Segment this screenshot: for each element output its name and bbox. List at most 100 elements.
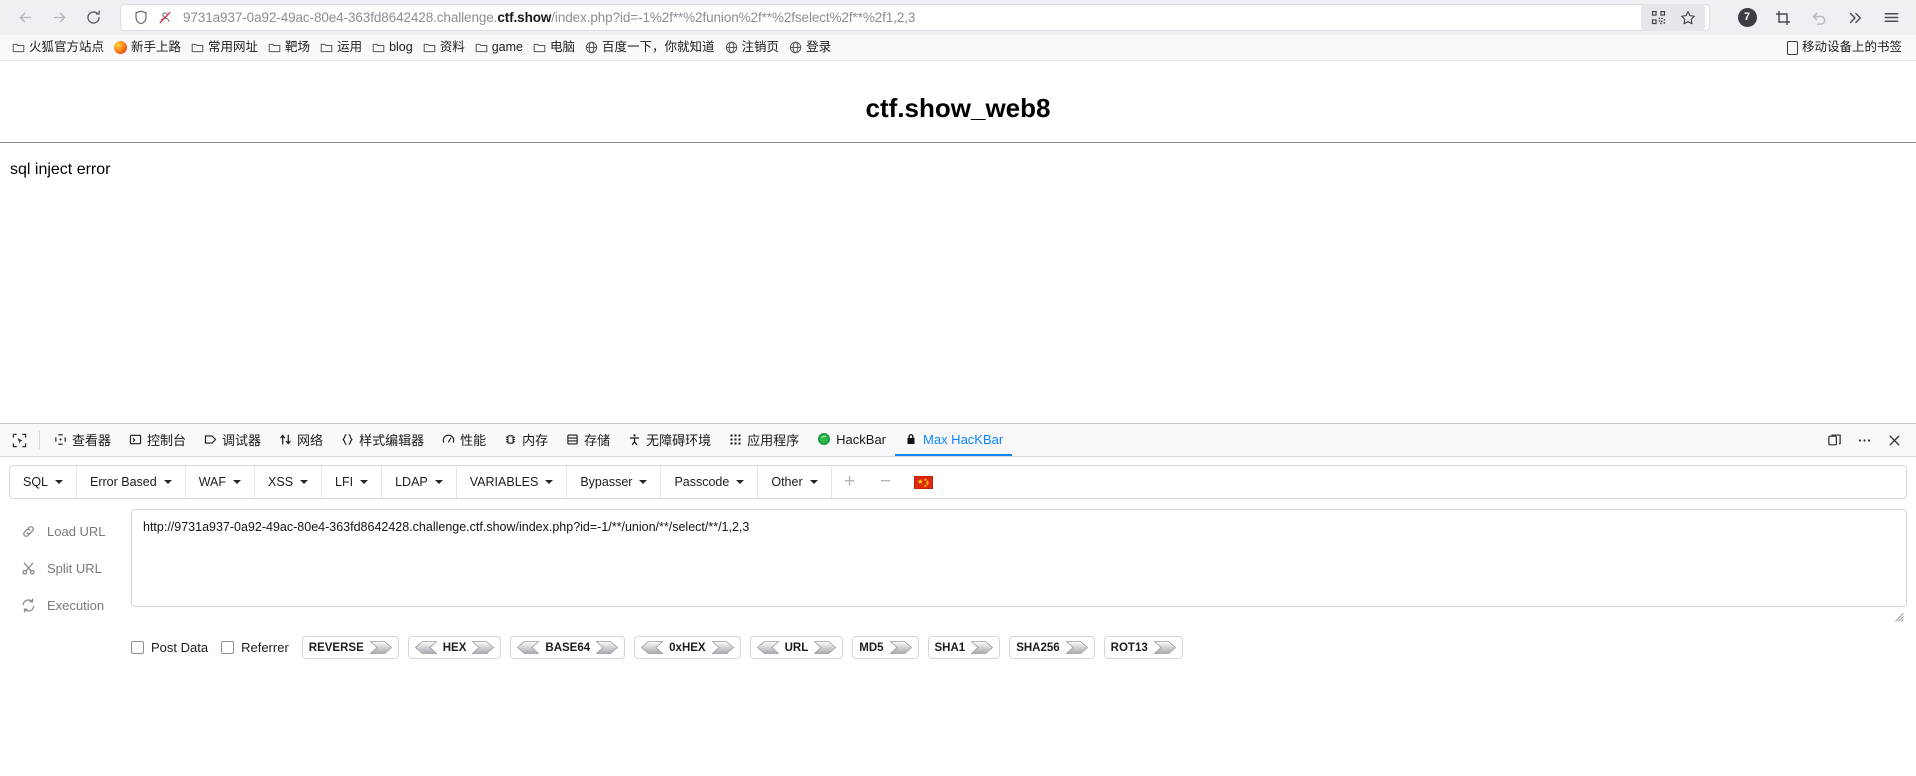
arrow-right-icon[interactable] bbox=[813, 641, 837, 654]
undo-icon[interactable] bbox=[1802, 3, 1836, 33]
arrow-left-icon[interactable] bbox=[756, 641, 780, 654]
element-picker-icon[interactable] bbox=[4, 424, 34, 456]
load-url-button[interactable]: Load URL bbox=[9, 513, 131, 550]
dock-panel-icon[interactable] bbox=[1820, 427, 1848, 453]
bookmark-item-game[interactable]: game bbox=[471, 39, 529, 56]
execution-button[interactable]: Execution bbox=[9, 587, 131, 624]
menu-error-based[interactable]: Error Based bbox=[77, 466, 186, 498]
encoder-md5[interactable]: MD5 bbox=[852, 636, 919, 659]
tab-performance[interactable]: 性能 bbox=[433, 424, 495, 456]
extension-badge[interactable]: 7 bbox=[1730, 3, 1764, 33]
encoder-label: SHA256 bbox=[1016, 641, 1060, 654]
bookmark-item-mobile-bookmarks[interactable]: 移动设备上的书签 bbox=[1783, 39, 1908, 57]
menu-bypasser[interactable]: Bypasser bbox=[567, 466, 662, 498]
encoder-0xhex[interactable]: 0xHEX bbox=[634, 636, 741, 659]
menu-lfi[interactable]: LFI bbox=[322, 466, 383, 498]
accessibility-icon bbox=[628, 433, 641, 446]
checkbox-box[interactable] bbox=[131, 641, 144, 654]
arrow-right-icon[interactable] bbox=[888, 641, 912, 654]
bookmark-item-materials[interactable]: 资料 bbox=[419, 39, 471, 56]
tab-label: 无障碍环境 bbox=[646, 432, 712, 448]
arrow-right-icon[interactable] bbox=[369, 641, 392, 654]
menu-sql[interactable]: SQL bbox=[10, 466, 78, 498]
tab-memory[interactable]: 内存 bbox=[495, 424, 557, 456]
tab-debugger[interactable]: 调试器 bbox=[195, 424, 270, 456]
menu-other[interactable]: Other bbox=[758, 466, 832, 498]
split-url-button[interactable]: Split URL bbox=[9, 550, 131, 587]
menu-ldap[interactable]: LDAP bbox=[382, 466, 457, 498]
mobile-phone-icon bbox=[1786, 40, 1798, 55]
bookmark-item-range[interactable]: 靶场 bbox=[264, 39, 316, 56]
bookmark-item-computer[interactable]: 电脑 bbox=[529, 39, 581, 56]
tab-console[interactable]: 控制台 bbox=[120, 424, 195, 456]
reload-icon[interactable] bbox=[76, 3, 110, 33]
bookmark-label: 常用网址 bbox=[208, 40, 259, 55]
china-flag-icon[interactable]: ★ ★ ★ ★ ★ bbox=[904, 466, 944, 498]
arrow-left-icon[interactable] bbox=[517, 641, 540, 654]
menu-label: Bypasser bbox=[580, 475, 633, 489]
flag-star-small: ★ bbox=[923, 483, 928, 488]
encoder-sha1[interactable]: SHA1 bbox=[927, 636, 1001, 659]
tab-accessibility[interactable]: 无障碍环境 bbox=[619, 424, 720, 456]
network-icon bbox=[279, 433, 292, 446]
post-data-checkbox[interactable]: Post Data bbox=[131, 640, 208, 655]
more-options-icon[interactable] bbox=[1850, 427, 1878, 453]
encoder-rot13[interactable]: ROT13 bbox=[1103, 636, 1183, 659]
menu-waf[interactable]: WAF bbox=[186, 466, 256, 498]
url-textarea[interactable] bbox=[131, 509, 1907, 607]
arrow-right-icon[interactable] bbox=[1153, 641, 1176, 654]
add-tab-button[interactable]: + bbox=[832, 466, 868, 498]
encoder-hex[interactable]: HEX bbox=[407, 636, 502, 659]
bookmark-item-login[interactable]: 登录 bbox=[785, 39, 837, 56]
permission-blocked-icon[interactable] bbox=[153, 7, 177, 29]
arrow-right-icon[interactable] bbox=[471, 641, 495, 654]
arrow-left-icon[interactable] bbox=[414, 641, 438, 654]
shield-icon[interactable] bbox=[129, 7, 153, 29]
arrow-right-icon[interactable] bbox=[595, 641, 619, 654]
encoder-base64[interactable]: BASE64 bbox=[510, 636, 626, 659]
menu-passcode[interactable]: Passcode bbox=[661, 466, 759, 498]
encoder-sha256[interactable]: SHA256 bbox=[1009, 636, 1095, 659]
encoder-reverse[interactable]: REVERSE bbox=[301, 636, 399, 659]
toolbar-divider bbox=[39, 431, 40, 449]
bookmark-item-firefox-site[interactable]: 火狐官方站点 bbox=[8, 39, 110, 56]
arrow-right-icon[interactable] bbox=[970, 641, 994, 654]
tab-inspector[interactable]: 查看器 bbox=[45, 424, 120, 456]
tab-application[interactable]: 应用程序 bbox=[720, 424, 808, 456]
referrer-checkbox[interactable]: Referrer bbox=[221, 640, 289, 655]
star-icon[interactable] bbox=[1673, 5, 1703, 30]
arrow-left-icon[interactable] bbox=[641, 641, 664, 654]
menu-xss[interactable]: XSS bbox=[255, 466, 323, 498]
bookmark-item-blog[interactable]: blog bbox=[368, 39, 419, 56]
url-text[interactable]: 9731a937-0a92-49ac-80e4-363fd8642428.cha… bbox=[177, 10, 1641, 25]
tab-max-hackbar[interactable]: Max HacKBar bbox=[895, 424, 1013, 456]
resize-grip-icon[interactable] bbox=[1893, 609, 1904, 622]
tab-network[interactable]: 网络 bbox=[270, 424, 332, 456]
arrow-right-icon[interactable] bbox=[1065, 641, 1088, 654]
chevron-down-icon bbox=[809, 480, 818, 484]
tab-storage[interactable]: 存储 bbox=[557, 424, 619, 456]
menu-label: WAF bbox=[198, 475, 227, 489]
hamburger-menu-icon[interactable] bbox=[1874, 3, 1908, 33]
bookmark-item-baidu[interactable]: 百度一下，你就知道 bbox=[581, 39, 721, 56]
checkbox-box[interactable] bbox=[221, 641, 235, 654]
arrow-right-icon[interactable] bbox=[711, 641, 734, 654]
crop-icon[interactable] bbox=[1766, 3, 1800, 33]
bookmark-item-logout-page[interactable]: 注销页 bbox=[721, 39, 786, 56]
address-bar[interactable]: 9731a937-0a92-49ac-80e4-363fd8642428.cha… bbox=[120, 4, 1710, 31]
back-arrow-icon[interactable] bbox=[8, 3, 42, 33]
bookmark-item-apply[interactable]: 运用 bbox=[316, 39, 368, 56]
globe-icon bbox=[585, 41, 598, 54]
tab-hackbar[interactable]: HackBar bbox=[808, 424, 895, 456]
encoder-url[interactable]: URL bbox=[749, 636, 844, 659]
close-icon[interactable] bbox=[1880, 427, 1908, 453]
bookmark-item-common-sites[interactable]: 常用网址 bbox=[187, 39, 264, 56]
qr-code-icon[interactable] bbox=[1643, 5, 1673, 30]
bookmark-label: 新手上路 bbox=[131, 40, 182, 55]
bookmark-item-getting-started[interactable]: 新手上路 bbox=[110, 39, 187, 56]
menu-variables[interactable]: VARIABLES bbox=[457, 466, 568, 498]
remove-tab-button[interactable]: − bbox=[868, 466, 904, 498]
tab-style-editor[interactable]: 样式编辑器 bbox=[332, 424, 433, 456]
double-chevron-right-icon[interactable] bbox=[1838, 3, 1872, 33]
forward-arrow-icon[interactable] bbox=[42, 3, 76, 33]
